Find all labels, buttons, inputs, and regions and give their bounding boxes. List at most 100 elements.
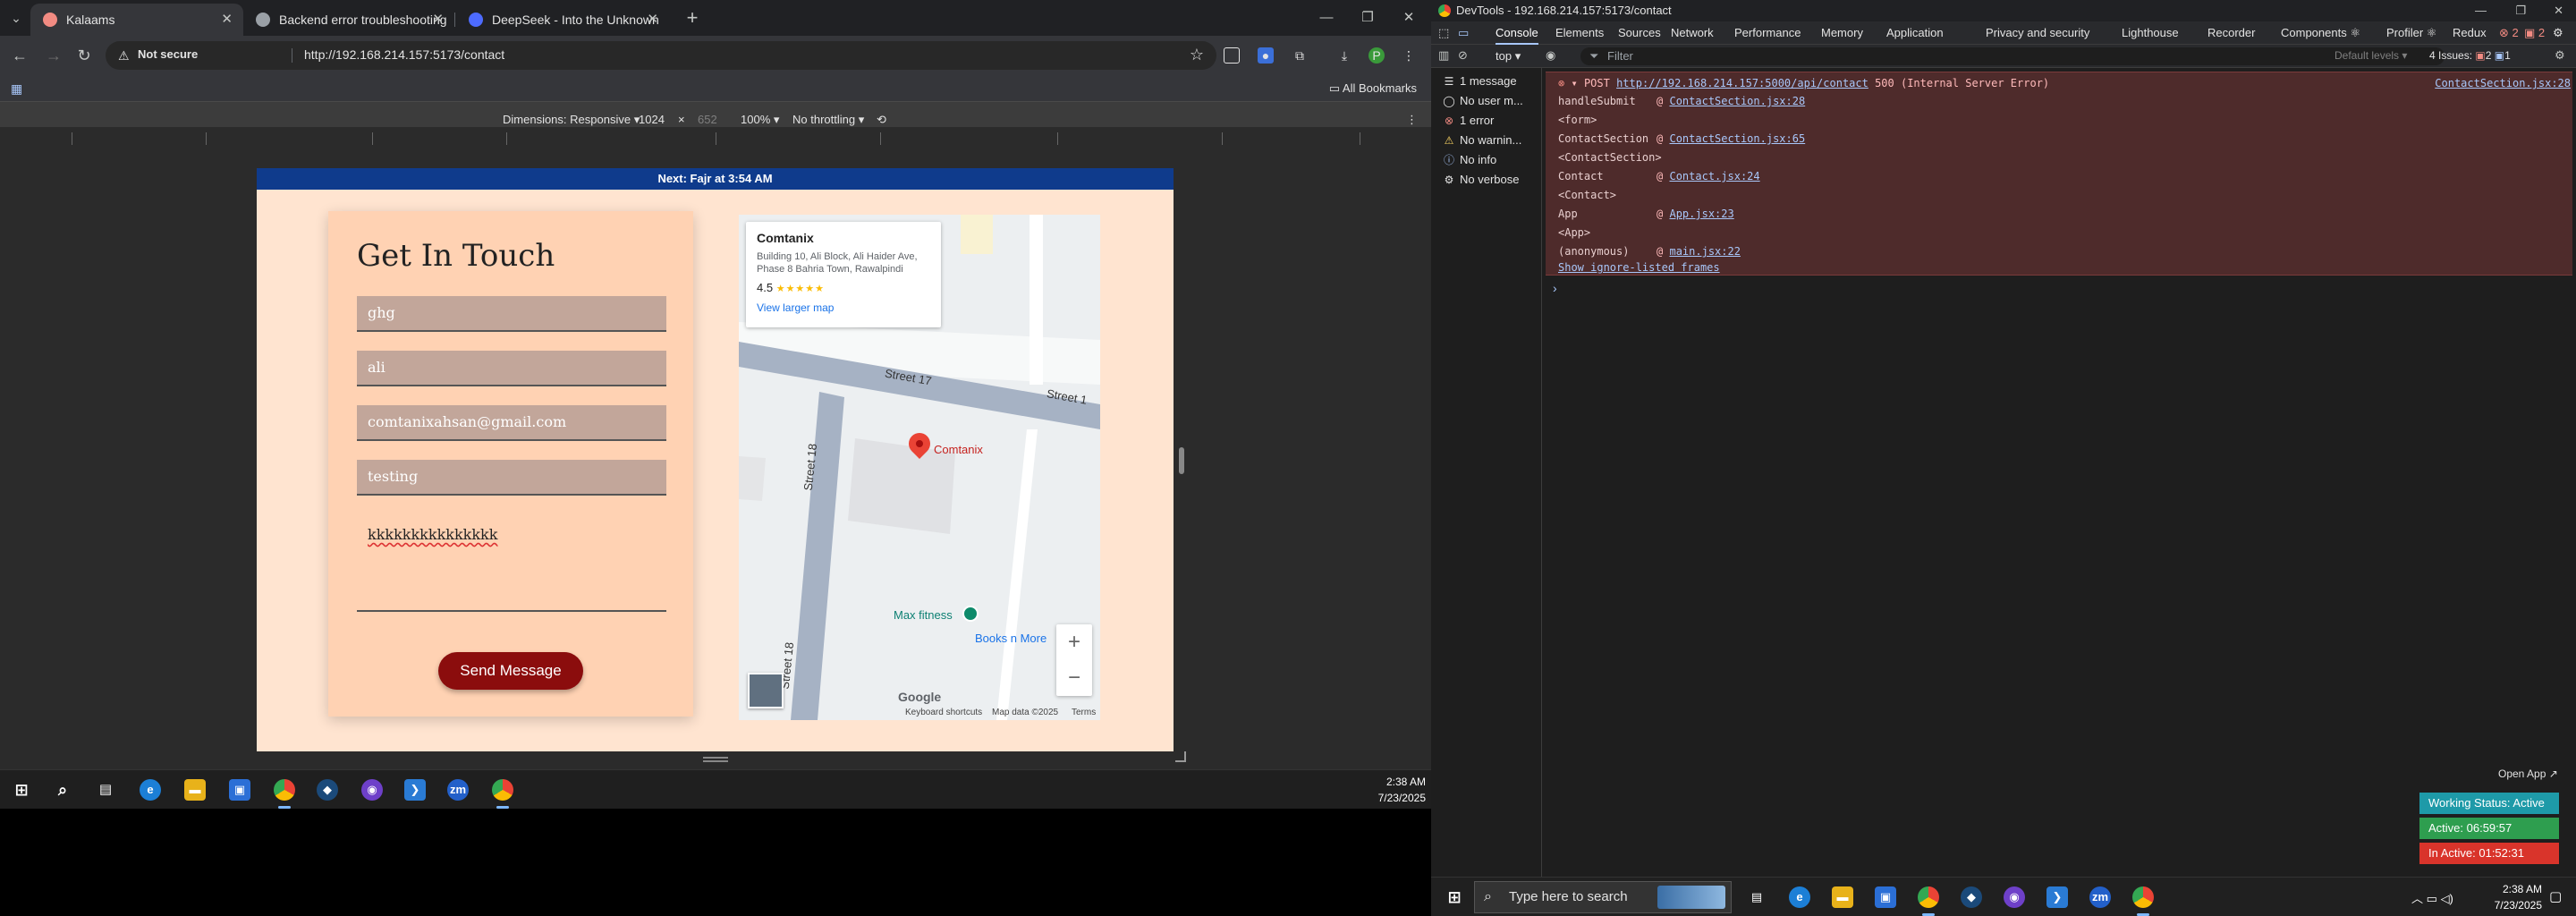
tab-components[interactable]: Components ⚛ [2281,21,2360,45]
store-icon[interactable]: ▣ [1875,886,1896,908]
sidebar-errors[interactable]: ⊗ 1 error [1438,111,1494,131]
frame-link[interactable]: ContactSection.jsx:65 [1669,132,1805,145]
send-message-button[interactable]: Send Message [438,652,583,690]
message-textarea[interactable]: kkkkkkkkkkkkkkk [357,513,666,612]
zoom-app-icon[interactable]: zm [2089,886,2111,908]
apps-grid-icon[interactable]: ▦ [11,81,22,97]
edge-icon[interactable]: e [140,779,161,801]
bookmark-star-icon[interactable]: ☆ [1190,46,1204,64]
corner-resize-handle[interactable] [1175,751,1186,762]
taskbar-search-input[interactable]: ⌕ Type here to search [1474,881,1732,913]
app-icon[interactable]: ◆ [1961,886,1982,908]
task-view-icon[interactable]: ▤ [1746,886,1767,908]
tab-memory[interactable]: Memory [1821,21,1863,45]
rotate-icon[interactable]: ⟲ [877,113,886,127]
volume-icon[interactable]: ◁) [2441,892,2453,905]
keyboard-shortcuts-link[interactable]: Keyboard shortcuts [905,708,982,717]
name-field[interactable]: ghg [357,296,666,332]
vscode-icon[interactable]: ❯ [2046,886,2068,908]
frame-link[interactable]: Contact.jsx:24 [1669,170,1759,182]
sidebar-verbose[interactable]: ⚙ No verbose [1438,170,1520,190]
issues-button[interactable]: 4 Issues: ▣2 ▣1 [2429,49,2511,62]
last-name-field[interactable]: ali [357,351,666,386]
all-bookmarks[interactable]: ▭ All Bookmarks [1329,81,1417,96]
chrome-icon-2[interactable] [492,779,513,801]
expand-triangle-icon[interactable]: ▾ [1571,77,1577,89]
live-expression-eye-icon[interactable]: ◉ [1546,48,1555,63]
tab-profiler[interactable]: Profiler ⚛ [2386,21,2436,45]
show-ignore-listed-frames-link[interactable]: Show ignore-listed frames [1558,261,1720,274]
chrome-icon[interactable] [274,779,295,801]
extension-icon[interactable]: ● [1258,47,1274,64]
tab-performance[interactable]: Performance [1734,21,1801,45]
network-icon[interactable]: ▭ [2427,892,2437,905]
frame-link[interactable]: ContactSection.jsx:28 [1669,95,1805,107]
frame-link[interactable]: main.jsx:22 [1669,245,1740,258]
url-text[interactable]: http://192.168.214.157:5173/contact [304,47,504,62]
edge-icon[interactable]: e [1789,886,1810,908]
console-error-entry[interactable]: ⊗ ▾ POST http://192.168.214.157:5000/api… [1546,72,2572,276]
search-icon[interactable]: ⌕ [52,779,73,801]
sidebar-user-messages[interactable]: ◯ No user m... [1438,91,1523,111]
system-tray[interactable]: ︿ ▭ ◁) [2411,889,2453,906]
clear-console-icon[interactable]: ⊘ [1458,48,1468,63]
subject-field[interactable]: testing [357,460,666,496]
address-bar[interactable]: ⚠ Not secure http://192.168.214.157:5173… [106,41,1216,70]
not-secure-label[interactable]: Not secure [138,47,198,61]
email-field[interactable]: comtanixahsan@gmail.com [357,405,666,441]
store-icon[interactable]: ▣ [229,779,250,801]
console-settings-icon[interactable]: ⚙ [2555,48,2565,63]
windows-start-icon[interactable]: ⊞ [11,779,32,801]
sidebar-toggle-icon[interactable]: ▥ [1438,48,1449,63]
profile-avatar[interactable]: P [1368,47,1385,64]
frame-link[interactable]: App.jsx:23 [1669,208,1733,220]
warning-count-badge[interactable]: ▣ 2 [2524,21,2545,45]
console-prompt[interactable]: › [1553,281,1557,295]
file-explorer-icon[interactable]: ▬ [1832,886,1853,908]
google-map-embed[interactable]: Comtanix Building 10, Ali Block, Ali Hai… [739,215,1100,720]
media-query-ruler[interactable] [0,127,1431,150]
tray-chevron-icon[interactable]: ︿ [2411,892,2423,905]
close-tab-icon[interactable]: ✕ [221,4,233,36]
close-window-icon[interactable]: ✕ [2554,0,2563,21]
width-input[interactable]: 1024 [639,113,665,126]
tab-elements[interactable]: Elements [1555,21,1604,45]
error-url-link[interactable]: http://192.168.214.157:5000/api/contact [1616,77,1868,89]
file-explorer-icon[interactable]: ▬ [184,779,206,801]
zoom-in-icon[interactable]: + [1056,624,1092,660]
log-levels-dropdown[interactable]: Default levels ▾ [2334,49,2407,62]
reading-list-icon[interactable] [1224,47,1240,64]
close-tab-icon[interactable]: ✕ [647,4,658,36]
tab-sources[interactable]: Sources [1618,21,1661,45]
height-input[interactable]: 652 [698,113,717,126]
close-tab-icon[interactable]: ✕ [432,4,444,36]
viewport-resize-handle-bottom[interactable] [703,757,728,762]
windows-start-icon[interactable]: ⊞ [1444,886,1465,908]
tab-redux[interactable]: Redux [2453,21,2487,45]
chrome-menu-icon[interactable]: ⋮ [1401,47,1417,64]
throttle-dropdown[interactable]: No throttling ▾ [792,113,864,127]
tab-search-icon[interactable]: ⌄ [7,9,25,27]
tab-privacy-security[interactable]: Privacy and security [1986,21,2089,45]
github-icon[interactable]: ◉ [361,779,383,801]
street-view-thumbnail[interactable] [748,673,784,708]
poi-max-fitness[interactable]: Max fitness [894,608,953,622]
clock[interactable]: 2:38 AM 7/23/2025 [2476,881,2542,913]
sidebar-info[interactable]: ⓘ No info [1438,150,1496,170]
context-selector[interactable]: top ▾ [1496,49,1521,64]
app-icon[interactable]: ◆ [317,779,338,801]
clock[interactable]: 2:38 AM 7/23/2025 [1378,774,1426,806]
sidebar-warnings[interactable]: ⚠ No warnin... [1438,131,1522,150]
tab-recorder[interactable]: Recorder [2207,21,2255,45]
restore-icon[interactable]: ❐ [2515,0,2526,21]
console-filter-input[interactable]: ⏷ Filter [1580,47,2445,65]
open-app-link[interactable]: Open App ↗ [2498,768,2558,780]
error-source-link[interactable]: ContactSection.jsx:28 [2435,74,2571,92]
extensions-puzzle-icon[interactable]: ⧉ [1292,47,1308,64]
task-view-icon[interactable]: ▤ [95,779,116,801]
sidebar-messages[interactable]: ☰ 1 message [1438,72,1517,91]
reload-icon[interactable]: ↻ [72,43,97,68]
notifications-icon[interactable]: ▢ [2549,888,2562,904]
minimize-icon[interactable]: — [2475,0,2487,21]
inspect-element-icon[interactable]: ⬚ [1438,21,1449,45]
